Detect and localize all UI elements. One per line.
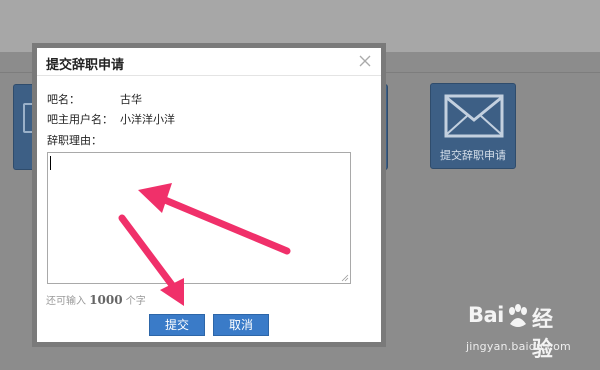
char-count-suffix: 个字 [125, 296, 146, 307]
forum-name-row: 吧名： 古华 [47, 91, 142, 107]
envelope-icon [444, 94, 504, 138]
forum-name-label: 吧名： [47, 93, 80, 106]
text-caret [50, 156, 51, 170]
submit-resignation-tile[interactable]: 提交辞职申请 [430, 83, 516, 169]
watermark-brand-right: 经验 [532, 307, 553, 361]
dialog-title: 提交辞职申请 [46, 58, 125, 73]
resignation-dialog: 提交辞职申请 吧名： 古华 吧主用户名： 小洋洋小洋 辞职理由： 还可输入 10… [37, 48, 381, 342]
owner-username-row: 吧主用户名： 小洋洋小洋 [47, 111, 175, 127]
submit-button[interactable]: 提交 [149, 314, 205, 336]
reason-textarea[interactable] [47, 152, 351, 284]
forum-name-value: 古华 [120, 93, 142, 106]
char-count-number: 1000 [89, 293, 123, 307]
owner-username-value: 小洋洋小洋 [120, 113, 175, 126]
resize-grip-icon[interactable] [341, 274, 349, 282]
char-count-prefix: 还可输入 [46, 296, 86, 307]
owner-username-label: 吧主用户名： [47, 113, 113, 126]
close-icon[interactable] [357, 53, 373, 69]
reason-label: 辞职理由： [47, 134, 102, 147]
watermark-url: jingyan.baidu.com [466, 340, 571, 353]
paw-icon [509, 304, 527, 327]
cancel-button[interactable]: 取消 [213, 314, 269, 336]
char-count-hint: 还可输入 1000 个字 [46, 292, 146, 307]
dialog-header: 提交辞职申请 [37, 48, 381, 76]
watermark-brand-left: Bai [468, 303, 504, 327]
tile-label: 提交辞职申请 [440, 149, 506, 162]
